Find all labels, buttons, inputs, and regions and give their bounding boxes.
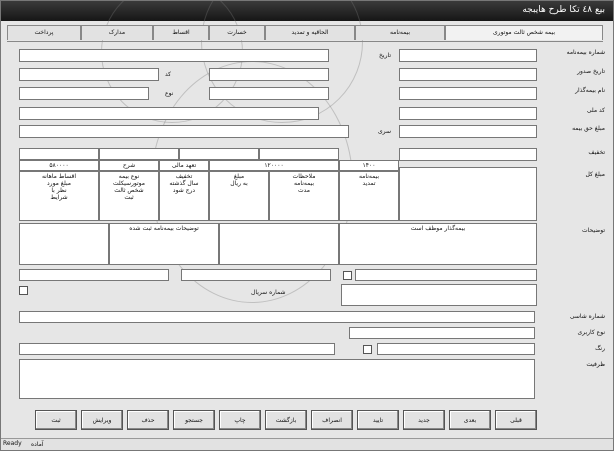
field-b1[interactable]	[19, 68, 159, 81]
label-color: رنگ	[595, 345, 605, 352]
status-text: آماده	[31, 441, 44, 448]
cancel-button[interactable]: انصراف	[311, 410, 353, 430]
field-e1[interactable]	[19, 125, 349, 138]
label-policy-number: شماره بیمه‌نامه	[566, 49, 605, 56]
tab-bar: پرداخت مدارک اقساط خسارت الحاقیه و تمدید…	[7, 25, 603, 42]
label-premium: مبلغ حق بیمه	[572, 125, 605, 132]
option-group[interactable]	[341, 284, 537, 306]
status-bar: Ready آماده	[1, 438, 613, 450]
confirm-button[interactable]: تایید	[357, 410, 399, 430]
label-center-3: نوع	[165, 90, 174, 97]
label-center-1: تاریخ	[379, 52, 391, 59]
tab-7[interactable]: بیمه شخص ثالث موتوری	[445, 25, 603, 40]
label-total: مبلغ کل	[585, 171, 605, 178]
tab-4[interactable]: خسارت	[209, 25, 265, 40]
tab-1[interactable]: پرداخت	[7, 25, 81, 40]
tab-6[interactable]: بیمه‌نامه	[355, 25, 445, 40]
edit-button[interactable]: ویرایش	[81, 410, 123, 430]
info-cell: نوع بیمه موتورسیکلت شخص ثالث ثبت	[99, 171, 159, 221]
info-cell: تخفیف سال گذشته درج شود	[159, 171, 209, 221]
table-cell: ۵۸۰۰۰۰	[19, 160, 99, 171]
status-caption: Ready	[3, 440, 22, 447]
national-id-input[interactable]	[399, 107, 537, 120]
next-button[interactable]: بعدی	[449, 410, 491, 430]
large-text-area[interactable]	[19, 359, 535, 399]
label-capacity: ظرفیت	[586, 361, 605, 368]
issue-date-input[interactable]	[399, 68, 537, 81]
previous-button[interactable]: قبلی	[495, 410, 537, 430]
info-cell: ملاحظات بیمه‌نامه مدت	[269, 171, 339, 221]
field-g[interactable]	[19, 311, 535, 323]
delete-button[interactable]: حذف	[127, 410, 169, 430]
field-f2[interactable]	[181, 269, 331, 281]
table-header-cell	[179, 148, 259, 160]
field-c1[interactable]	[19, 87, 149, 100]
label-national-id: کد ملی	[586, 107, 605, 114]
window-title: بيع ٤٨ تكا طرح هايبجه	[522, 5, 605, 15]
label-discount: تخفیف	[588, 149, 605, 156]
field-f3[interactable]	[355, 269, 537, 281]
label-chassis: شماره شاسی	[569, 313, 605, 320]
label-center-2: کد	[165, 71, 172, 78]
field-i2[interactable]	[377, 343, 535, 355]
total-amount-box[interactable]	[399, 167, 537, 221]
checkbox[interactable]	[343, 271, 352, 280]
info-cell: مبلغ به ریال	[209, 171, 269, 221]
field-c2[interactable]	[209, 87, 329, 100]
label-center-4: سری	[377, 128, 391, 135]
discount-input[interactable]	[399, 148, 537, 161]
main-window: بيع ٤٨ تكا طرح هايبجه پرداخت مدارک اقساط…	[0, 0, 614, 451]
info-cell: اقساط ماهانه مبلغ مورد نظر با شرایط	[19, 171, 99, 221]
field-f1[interactable]	[19, 269, 169, 281]
notes-box-2[interactable]	[219, 223, 339, 265]
tab-2[interactable]: مدارک	[81, 25, 153, 40]
field-h[interactable]	[349, 327, 535, 339]
table-header-cell	[259, 148, 339, 160]
table-header-cell	[99, 148, 179, 160]
field-i1[interactable]	[19, 343, 335, 355]
field-b2[interactable]	[209, 68, 329, 81]
checkbox[interactable]	[19, 286, 28, 295]
policy-number-input[interactable]	[399, 49, 537, 62]
table-cell: ۱۲۰۰۰۰	[209, 160, 339, 171]
tab-3[interactable]: اقساط	[153, 25, 209, 40]
label-usage: نوع کاربری	[577, 329, 605, 336]
checkbox[interactable]	[363, 345, 372, 354]
label-insured-name: نام بیمه‌گذار	[575, 87, 605, 94]
insured-name-input[interactable]	[399, 87, 537, 100]
table-cell: تعهد مالی	[159, 160, 209, 171]
label-notes: توضیحات	[581, 227, 605, 234]
tab-5[interactable]: الحاقیه و تمدید	[265, 25, 355, 40]
table-header-cell	[19, 148, 99, 160]
notes-cell: توضیحات بیمه‌نامه ثبت شده	[109, 223, 219, 265]
field-d1[interactable]	[19, 107, 319, 120]
info-cell: بیمه‌نامه تمدید	[339, 171, 399, 221]
save-button[interactable]: ثبت	[35, 410, 77, 430]
table-cell: ۱۴۰۰	[339, 160, 399, 171]
back-button[interactable]: بازگشت	[265, 410, 307, 430]
new-button[interactable]: جدید	[403, 410, 445, 430]
search-button[interactable]: جستجو	[173, 410, 215, 430]
serial-label: شماره سریال	[251, 289, 286, 296]
print-button[interactable]: چاپ	[219, 410, 261, 430]
table-cell: شرح	[99, 160, 159, 171]
notes-box-1[interactable]	[19, 223, 109, 265]
label-issue-date: تاریخ صدور	[577, 68, 605, 75]
premium-input[interactable]	[399, 125, 537, 138]
notes-cell: بیمه‌گذار موظف است	[339, 223, 537, 265]
field-a1[interactable]	[19, 49, 329, 62]
